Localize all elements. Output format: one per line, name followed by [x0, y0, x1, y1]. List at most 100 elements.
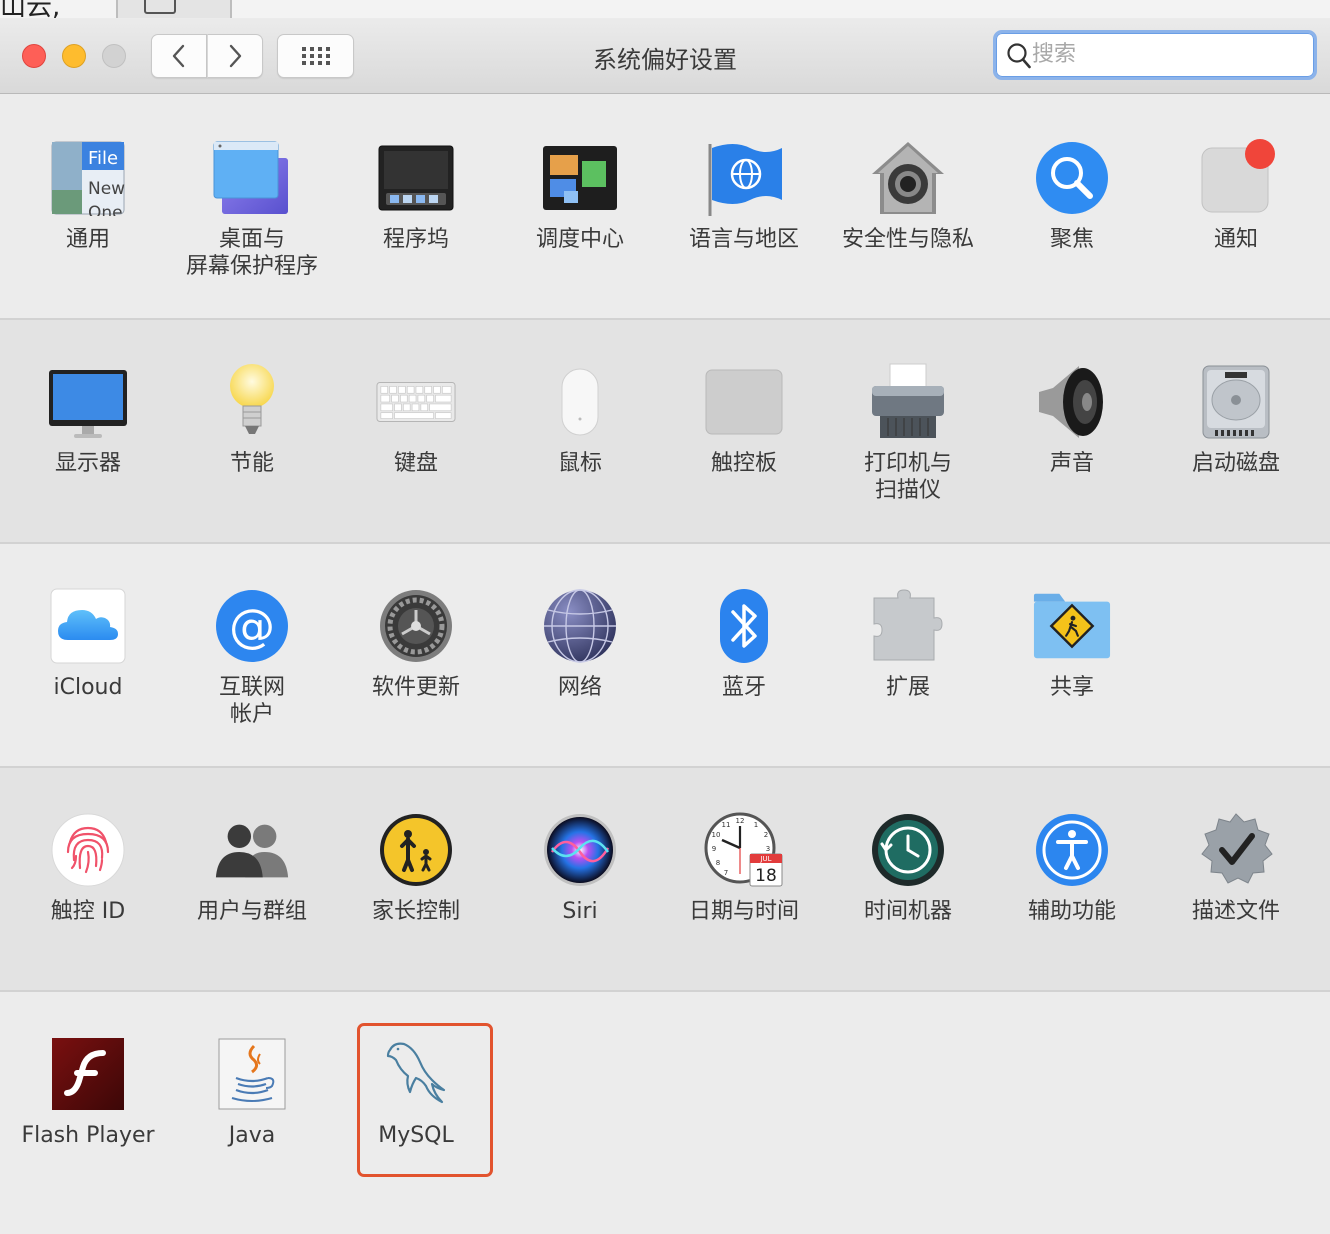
- pane-label: 声音: [1049, 451, 1094, 476]
- internet-accounts-icon: @: [212, 586, 292, 666]
- search-field[interactable]: [993, 30, 1317, 80]
- pane-icloud[interactable]: iCloud: [6, 586, 170, 786]
- search-input[interactable]: [1032, 38, 1302, 70]
- pane-label: 启动磁盘: [1191, 451, 1280, 476]
- pane-date-time[interactable]: 12 1 2 3 9 10 11 8 7 JUL 18 日期与时间: [662, 810, 826, 1010]
- close-button[interactable]: [22, 44, 46, 68]
- pane-label: Flash Player: [21, 1123, 155, 1148]
- pane-label: 家长控制: [371, 899, 460, 924]
- grid-icon: [301, 47, 330, 65]
- extensions-icon: [868, 586, 948, 666]
- pane-label: 显示器: [54, 451, 121, 476]
- pane-label: 鼠标: [557, 451, 602, 476]
- pane-sharing[interactable]: 共享: [990, 586, 1154, 786]
- pane-label: 程序坞: [382, 227, 449, 252]
- pane-software-update[interactable]: 软件更新: [334, 586, 498, 786]
- pane-printers-scanners[interactable]: 打印机与 扫描仪: [826, 362, 990, 562]
- pane-extensions[interactable]: 扩展: [826, 586, 990, 786]
- pane-internet-accounts[interactable]: @ 互联网 帐户: [170, 586, 334, 786]
- displays-icon: [48, 362, 128, 442]
- security-privacy-icon: [868, 138, 948, 218]
- language-region-icon: [704, 138, 784, 218]
- parental-controls-icon: [376, 810, 456, 890]
- sharing-icon: [1032, 586, 1112, 666]
- svg-text:JUL: JUL: [759, 855, 771, 863]
- show-all-button[interactable]: [277, 34, 354, 78]
- back-button[interactable]: [151, 34, 207, 78]
- pane-label: 软件更新: [371, 675, 460, 700]
- svg-text:11: 11: [722, 821, 731, 829]
- users-groups-icon: [212, 810, 292, 890]
- pane-label: 触控 ID: [50, 899, 126, 924]
- pane-label: 语言与地区: [688, 227, 799, 252]
- svg-text:3: 3: [766, 845, 770, 853]
- pane-accessibility[interactable]: 辅助功能: [990, 810, 1154, 1010]
- search-icon: [1007, 43, 1031, 69]
- pane-dock[interactable]: 程序坞: [334, 138, 498, 338]
- svg-text:File: File: [88, 148, 118, 169]
- pane-keyboard[interactable]: 键盘: [334, 362, 498, 562]
- pane-label: 互联网 帐户: [218, 675, 285, 727]
- pane-desktop-screensaver[interactable]: 桌面与 屏幕保护程序: [170, 138, 334, 338]
- bluetooth-icon: [704, 586, 784, 666]
- chevron-right-icon: [229, 44, 242, 68]
- pane-label: 节能: [229, 451, 274, 476]
- pane-label: 日期与时间: [688, 899, 799, 924]
- pane-label: 安全性与隐私: [841, 227, 974, 252]
- pane-label: iCloud: [53, 675, 123, 700]
- mouse-icon: [540, 362, 620, 442]
- pane-java[interactable]: Java: [170, 1034, 334, 1234]
- pane-general[interactable]: File New One 通用: [6, 138, 170, 338]
- pane-mission-control[interactable]: 调度中心: [498, 138, 662, 338]
- pane-label: 共享: [1049, 675, 1094, 700]
- notifications-icon: [1196, 138, 1276, 218]
- pane-touch-id[interactable]: 触控 ID: [6, 810, 170, 1010]
- forward-button[interactable]: [207, 34, 263, 78]
- software-update-icon: [376, 586, 456, 666]
- background-window-strip: 山云,: [0, 0, 1330, 18]
- pane-language-region[interactable]: 语言与地区: [662, 138, 826, 338]
- pane-label: 通知: [1213, 227, 1258, 252]
- pane-startup-disk[interactable]: 启动磁盘: [1154, 362, 1318, 562]
- chevron-left-icon: [172, 44, 185, 68]
- siri-icon: [540, 810, 620, 890]
- keyboard-icon: [376, 362, 456, 442]
- pane-bluetooth[interactable]: 蓝牙: [662, 586, 826, 786]
- pane-spotlight[interactable]: 聚焦: [990, 138, 1154, 338]
- pane-time-machine[interactable]: 时间机器: [826, 810, 990, 1010]
- pane-notifications[interactable]: 通知: [1154, 138, 1318, 338]
- pane-mouse[interactable]: 鼠标: [498, 362, 662, 562]
- svg-text:@: @: [229, 599, 275, 653]
- pane-label: 键盘: [393, 451, 438, 476]
- spotlight-icon: [1032, 138, 1112, 218]
- pane-label: 打印机与 扫描仪: [863, 451, 952, 503]
- pane-energy-saver[interactable]: 节能: [170, 362, 334, 562]
- mission-control-icon: [540, 138, 620, 218]
- svg-text:9: 9: [712, 845, 716, 853]
- pane-sound[interactable]: 声音: [990, 362, 1154, 562]
- pane-siri[interactable]: Siri: [498, 810, 662, 1010]
- pane-flash-player[interactable]: Flash Player: [6, 1034, 170, 1234]
- pane-displays[interactable]: 显示器: [6, 362, 170, 562]
- trackpad-icon: [704, 362, 784, 442]
- svg-text:10: 10: [712, 831, 721, 839]
- pane-profiles[interactable]: 描述文件: [1154, 810, 1318, 1010]
- background-tab: [116, 0, 232, 18]
- pane-network[interactable]: 网络: [498, 586, 662, 786]
- pane-security-privacy[interactable]: 安全性与隐私: [826, 138, 990, 338]
- pane-parental-controls[interactable]: 家长控制: [334, 810, 498, 1010]
- pane-trackpad[interactable]: 触控板: [662, 362, 826, 562]
- icloud-icon: [48, 586, 128, 666]
- pane-label: 通用: [65, 227, 110, 252]
- zoom-button[interactable]: [102, 44, 126, 68]
- network-icon: [540, 586, 620, 666]
- svg-text:8: 8: [716, 859, 720, 867]
- pane-label: Siri: [562, 899, 598, 924]
- pane-users-groups[interactable]: 用户与群组: [170, 810, 334, 1010]
- touch-id-icon: [48, 810, 128, 890]
- pane-label: 时间机器: [863, 899, 952, 924]
- minimize-button[interactable]: [62, 44, 86, 68]
- energy-saver-icon: [212, 362, 292, 442]
- pane-label: 用户与群组: [196, 899, 307, 924]
- pane-label: 桌面与 屏幕保护程序: [185, 227, 318, 279]
